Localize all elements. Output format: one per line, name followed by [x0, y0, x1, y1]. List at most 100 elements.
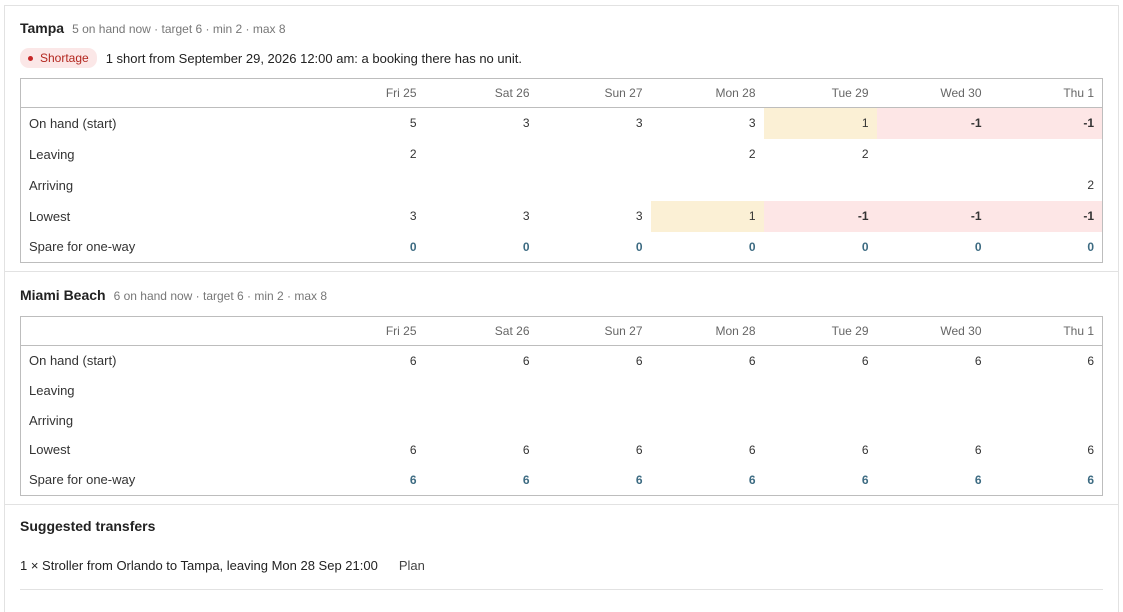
row-label: Spare for one-way — [29, 239, 136, 255]
table-cell — [425, 406, 538, 435]
table-cell — [990, 376, 1103, 406]
table-cell: -1 — [989, 200, 1103, 232]
transfer-suggestion: 1 × Stroller from Orlando to Tampa, leav… — [20, 558, 425, 573]
table-row: Spare for one-way 6 6 6 6 6 6 6 — [21, 465, 1103, 496]
table-cell: 6 — [748, 472, 756, 487]
table-cell: 0 — [522, 239, 530, 254]
table-cell: 1 — [763, 107, 877, 139]
miami-availability-table: Fri 25 Sat 26 Sun 27 Mon 28 Tue 29 Wed 30 Thu … — [20, 316, 1103, 496]
day-header: Fri 25 — [311, 78, 425, 108]
table-row: Arriving 2 — [21, 170, 1103, 201]
table-cell: 3 — [635, 209, 643, 223]
table-cell: 6 — [409, 442, 417, 457]
table-cell: 6 — [522, 442, 530, 457]
table-cell: -1 — [876, 107, 990, 139]
day-header: Fri 25 — [311, 316, 425, 346]
table-cell: 6 — [522, 472, 530, 487]
table-cell — [877, 406, 990, 435]
day-header: Tue 29 — [763, 316, 877, 346]
plan-button[interactable]: Plan — [399, 558, 425, 573]
table-cell: 0 — [635, 239, 643, 254]
table-cell — [538, 170, 651, 201]
day-header: Mon 28 — [650, 78, 764, 108]
table-cell — [538, 376, 651, 406]
table-cell — [538, 406, 651, 435]
day-header: Thu 1 — [989, 78, 1103, 108]
table-cell: 0 — [974, 239, 982, 254]
table-cell — [312, 170, 425, 201]
table-row: Arriving — [21, 406, 1103, 435]
section-divider — [5, 271, 1118, 272]
day-header: Tue 29 — [763, 78, 877, 108]
alert-text: 1 short from September 29, 2026 12:00 am… — [105, 50, 522, 66]
tampa-availability-table: Fri 25 Sat 26 Sun 27 Mon 28 Tue 29 Wed 30 Thu … — [20, 78, 1103, 263]
location-meta: 5 on hand now · target 6 · min 2 · max 8 — [72, 22, 286, 36]
table-cell: 6 — [861, 472, 869, 487]
table-cell: 6 — [974, 442, 982, 457]
table-cell: 3 — [635, 116, 643, 131]
table-cell: 5 — [409, 116, 417, 131]
table-cell: 2 — [748, 147, 756, 161]
shortage-alert: Shortage 1 short from September 29, 2026… — [20, 47, 1103, 69]
table-row: Lowest 3 3 3 1 -1 -1 -1 — [21, 200, 1103, 232]
row-label: Lowest — [29, 442, 71, 457]
table-cell — [764, 406, 877, 435]
row-label: Lowest — [29, 208, 71, 224]
location-meta: 6 on hand now · target 6 · min 2 · max 8 — [113, 289, 328, 303]
table-cell — [312, 376, 425, 406]
table-cell: -1 — [763, 200, 877, 232]
table-cell — [538, 139, 651, 170]
location-header: Tampa 5 on hand now · target 6 · min 2 ·… — [20, 20, 1103, 40]
day-header: Sun 27 — [537, 78, 651, 108]
table-cell: 0 — [861, 239, 869, 254]
table-cell: 6 — [748, 353, 756, 368]
day-header: Mon 28 — [650, 316, 764, 346]
table-cell: 6 — [974, 472, 982, 487]
table-cell: 6 — [635, 353, 643, 368]
table-row: On hand (start) 5 3 3 3 1 -1 -1 — [21, 107, 1103, 139]
table-cell — [425, 376, 538, 406]
table-cell: 6 — [635, 472, 643, 487]
table-cell: 6 — [861, 442, 869, 457]
section-divider — [5, 504, 1118, 505]
table-cell: 0 — [409, 239, 417, 254]
table-cell — [312, 406, 425, 435]
table-cell — [764, 376, 877, 406]
location-miami-beach: Miami Beach 6 on hand now · target 6 · m… — [20, 287, 1103, 307]
table-cell — [425, 170, 538, 201]
table-cell — [651, 406, 764, 435]
table-cell: 3 — [409, 209, 417, 223]
table-cell: 3 — [522, 209, 530, 223]
row-label-header — [20, 316, 312, 346]
day-header: Sat 26 — [424, 78, 538, 108]
row-label: On hand (start) — [29, 115, 117, 131]
table-cell — [877, 170, 990, 201]
row-label-header — [20, 78, 312, 108]
table-cell: 6 — [409, 353, 417, 368]
table-cell — [877, 139, 990, 170]
day-header: Sun 27 — [537, 316, 651, 346]
day-header: Wed 30 — [876, 316, 990, 346]
table-cell: 2 — [409, 147, 417, 161]
table-cell — [651, 170, 764, 201]
table-cell — [990, 139, 1103, 170]
table-cell: -1 — [989, 107, 1103, 139]
table-cell: 3 — [748, 116, 756, 131]
row-label: Leaving — [29, 146, 75, 162]
table-cell: 0 — [1087, 239, 1094, 254]
table-cell: 6 — [522, 353, 530, 368]
row-label: Spare for one-way — [29, 472, 136, 488]
shortage-badge: Shortage — [20, 48, 97, 68]
table-row: On hand (start) 6 6 6 6 6 6 6 — [21, 346, 1103, 376]
table-cell: 6 — [748, 442, 756, 457]
table-cell: 3 — [522, 116, 530, 131]
row-label: Arriving — [29, 177, 74, 193]
table-cell: 2 — [1087, 178, 1094, 192]
suggested-transfers-title: Suggested transfers — [20, 518, 156, 534]
table-cell: 6 — [409, 472, 417, 487]
table-cell — [877, 376, 990, 406]
location-tampa: Tampa 5 on hand now · target 6 · min 2 ·… — [20, 20, 1103, 69]
table-cell — [651, 376, 764, 406]
table-cell: 2 — [861, 147, 869, 161]
table-cell: 6 — [861, 353, 869, 368]
